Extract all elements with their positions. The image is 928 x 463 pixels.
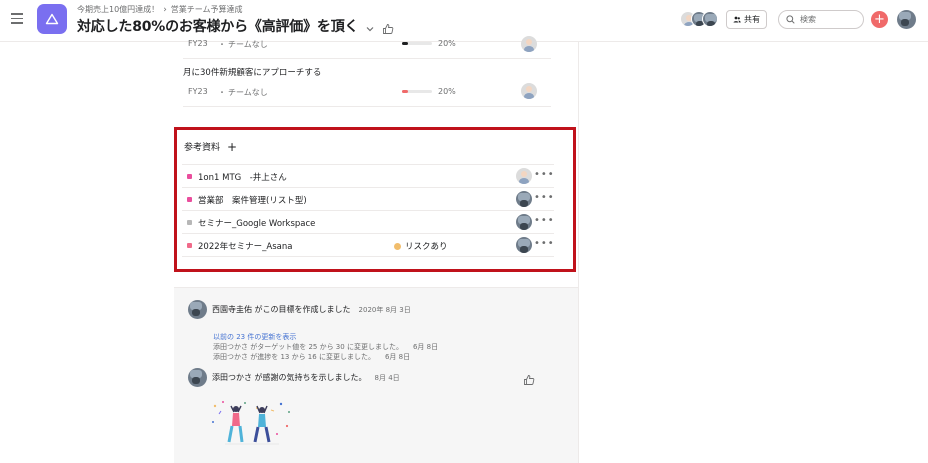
goal-period: FY23 (188, 87, 208, 96)
avatar[interactable] (188, 300, 207, 319)
reference-title[interactable]: 2022年セミナー_Asana (198, 240, 292, 252)
chevron-down-icon[interactable] (364, 20, 376, 32)
avatar (702, 11, 718, 27)
page-title[interactable]: 対応した80%のお客様から《高評価》を頂く (77, 16, 359, 36)
activity-feed: 西園寺圭佑 がこの目標を作成しました 2020年 8月 3日 以前の 23 件の… (174, 287, 578, 463)
add-button[interactable]: + (871, 10, 888, 28)
goal-team: チームなし (228, 40, 268, 49)
owner-avatar[interactable] (521, 83, 537, 99)
divider (183, 58, 551, 59)
color-marker (187, 174, 192, 179)
feed-text: 西園寺圭佑 がこの目標を作成しました (212, 305, 351, 314)
feed-update: 添田つかさ が進捗を 13 から 16 に変更しました。 6月 8日 (213, 352, 410, 362)
goal-period: FY23 (188, 39, 208, 48)
goal-title[interactable]: 月に30件新規顧客にアプローチする (183, 66, 321, 78)
share-label: 共有 (744, 14, 760, 24)
goal-triangle-icon (37, 4, 67, 34)
divider (182, 256, 554, 257)
reference-title[interactable]: セミナー_Google Workspace (198, 217, 315, 229)
reference-title[interactable]: 営業部 案件管理(リスト型) (198, 194, 307, 206)
progress-fill (402, 42, 408, 45)
user-avatar[interactable] (897, 9, 916, 29)
reference-materials-section: 参考資料 + 1on1 MTG -井上さん ••• 営業部 案件管理(リスト型)… (174, 127, 576, 272)
reference-item[interactable]: 1on1 MTG -井上さん ••• (182, 164, 554, 187)
owner-avatar[interactable] (521, 36, 537, 52)
show-more-link[interactable]: 以前の 23 件の更新を表示 (213, 332, 296, 342)
more-horizontal-icon[interactable]: ••• (534, 238, 555, 249)
feed-date: 8月 4日 (374, 373, 400, 382)
section-title: 参考資料 (184, 143, 221, 153)
owner-avatar[interactable] (516, 214, 532, 230)
thumbs-up-icon[interactable] (523, 371, 535, 385)
update-date: 6月 8日 (384, 353, 411, 361)
progress-label: 20% (438, 87, 456, 96)
progress-fill (402, 90, 408, 93)
thumbs-up-icon[interactable] (382, 20, 394, 34)
update-text: 添田つかさ が進捗を 13 から 16 に変更しました。 (213, 353, 375, 361)
color-marker (187, 220, 192, 225)
status-badge[interactable]: リスクあり (394, 240, 448, 252)
owner-avatar[interactable] (516, 191, 532, 207)
reference-item[interactable]: 2022年セミナー_Asana リスクあり ••• (182, 233, 554, 256)
breadcrumb-item[interactable]: 営業チーム予算達成 (171, 4, 243, 15)
reference-title[interactable]: 1on1 MTG -井上さん (198, 171, 287, 183)
more-horizontal-icon[interactable]: ••• (534, 215, 555, 226)
chevron-right-icon: › (163, 4, 167, 15)
progress-label: 20% (438, 39, 456, 48)
feed-entry-thanks: 添田つかさ が感謝の気持ちを示しました。 8月 4日 (188, 368, 400, 387)
more-horizontal-icon[interactable]: ••• (534, 192, 555, 203)
celebration-illustration (212, 401, 290, 445)
owner-avatar[interactable] (516, 168, 532, 184)
owner-avatar[interactable] (516, 237, 532, 253)
color-marker (187, 243, 192, 248)
breadcrumb: 今期売上10億円達成！ › 営業チーム予算達成 (77, 4, 243, 15)
breadcrumb-item[interactable]: 今期売上10億円達成！ (77, 4, 159, 15)
status-dot (394, 242, 401, 250)
feed-text: 添田つかさ が感謝の気持ちを示しました。 (212, 373, 367, 382)
progress-bar (402, 42, 432, 45)
share-button[interactable]: 共有 (726, 9, 767, 29)
divider (183, 106, 551, 107)
search-box[interactable] (778, 9, 864, 29)
meta-separator: ・ (218, 88, 226, 97)
status-label: リスクあり (405, 242, 448, 252)
progress-bar (402, 90, 432, 93)
top-bar: 今期売上10億円達成！ › 営業チーム予算達成 対応した80%のお客様から《高評… (0, 0, 928, 42)
panel-divider (578, 42, 579, 463)
plus-icon: + (874, 11, 885, 27)
reference-item[interactable]: セミナー_Google Workspace ••• (182, 210, 554, 233)
add-reference-plus-icon[interactable]: + (227, 141, 237, 153)
member-avatars[interactable] (680, 11, 718, 27)
color-marker (187, 197, 192, 202)
search-input[interactable] (800, 14, 860, 24)
menu-icon[interactable] (11, 13, 23, 24)
feed-update: 添田つかさ がターゲット値を 25 から 30 に変更しました。 6月 8日 (213, 342, 438, 352)
feed-entry-created: 西園寺圭佑 がこの目標を作成しました 2020年 8月 3日 (188, 300, 411, 319)
meta-separator: ・ (218, 40, 226, 49)
more-horizontal-icon[interactable]: ••• (534, 169, 555, 180)
goal-team: チームなし (228, 88, 268, 97)
avatar[interactable] (188, 368, 207, 387)
update-text: 添田つかさ がターゲット値を 25 から 30 に変更しました。 (213, 343, 403, 351)
people-icon (733, 16, 741, 22)
feed-date: 2020年 8月 3日 (358, 305, 411, 314)
update-date: 6月 8日 (412, 343, 439, 351)
search-icon (786, 14, 795, 24)
reference-item[interactable]: 営業部 案件管理(リスト型) ••• (182, 187, 554, 210)
